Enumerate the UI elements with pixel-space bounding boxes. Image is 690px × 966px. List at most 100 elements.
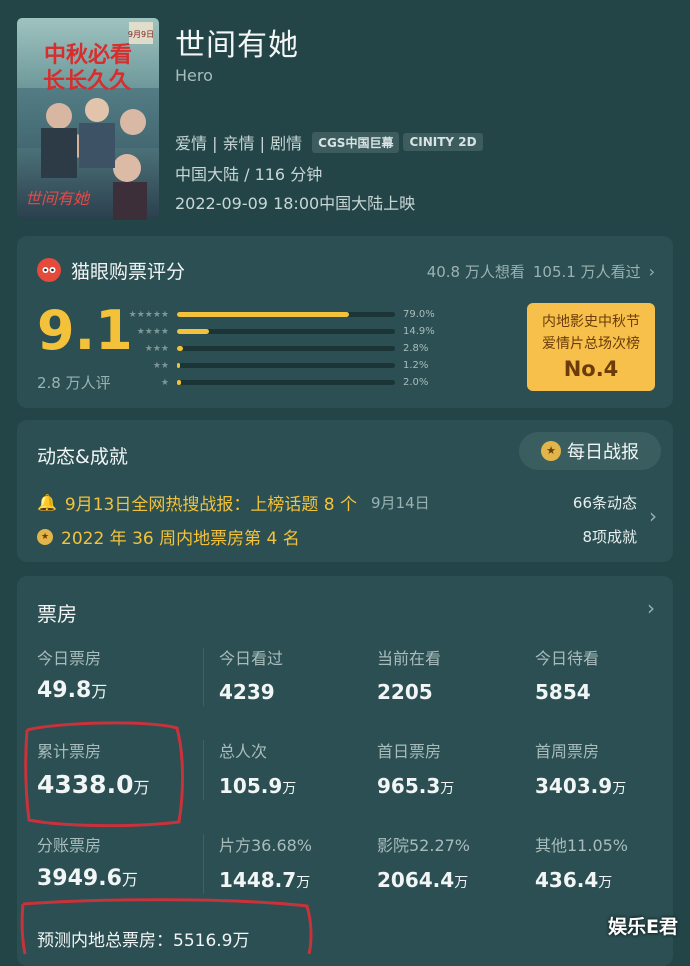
- maoyan-logo-icon: [37, 258, 61, 282]
- distribution-row: ★★★★ 14.9%: [117, 323, 435, 340]
- distribution-track: [177, 380, 395, 385]
- svg-text:9月9日: 9月9日: [128, 30, 154, 39]
- unit: 万: [612, 781, 627, 797]
- boxoffice-header: 票房: [37, 602, 77, 626]
- dynamics-header: 动态&成就: [37, 446, 128, 468]
- cinema-share-label: 影院52.27%: [377, 836, 471, 855]
- first-week-label: 首周票房: [535, 742, 600, 761]
- today-pending-label: 今日待看: [535, 649, 600, 668]
- want-to-see-count: 40.8 万人想看: [426, 263, 525, 281]
- distribution-row: ★★★ 2.8%: [117, 340, 435, 357]
- stars-label: ★★★★★: [128, 309, 169, 320]
- boxoffice-card: 票房 › 今日票房 49.8万 今日看过 4239 当前在看 2205 今日待看…: [17, 576, 673, 966]
- divider: [203, 834, 204, 894]
- split-boxoffice-value: 3949.6万: [37, 866, 138, 891]
- now-watching-value: 2205: [377, 680, 433, 704]
- svg-text:中秋必看: 中秋必看: [44, 42, 132, 68]
- dynamics-item-2[interactable]: ★ 2022 年 36 周内地票房第 4 名: [37, 524, 300, 549]
- total-viewers-label: 总人次: [219, 742, 268, 761]
- unit: 万: [121, 870, 138, 889]
- distribution-pct: 2.0%: [403, 377, 429, 388]
- first-week-value: 3403.9万: [535, 774, 626, 798]
- distribution-bar: [177, 363, 180, 368]
- daily-report-label: 每日战报: [567, 442, 639, 463]
- medal-icon: ★: [37, 528, 53, 545]
- first-day-label: 首日票房: [377, 742, 442, 761]
- today-watched-value: 4239: [219, 680, 275, 704]
- distribution-pct: 2.8%: [403, 343, 429, 354]
- rating-card: 猫眼购票评分 40.8 万人想看 105.1 万人看过 › 9.1 2.8 万人…: [17, 236, 673, 408]
- now-watching-label: 当前在看: [377, 649, 442, 668]
- today-pending-value: 5854: [535, 680, 591, 704]
- chevron-right-icon[interactable]: ›: [647, 596, 655, 620]
- distribution-bar: [177, 312, 350, 317]
- distribution-track: [177, 346, 395, 351]
- value: 3949.6: [37, 866, 122, 891]
- tag-cgs: CGS中国巨幕: [312, 131, 400, 153]
- unit: 万: [440, 781, 455, 797]
- unit: 万: [296, 875, 311, 891]
- dynamics-card: 动态&成就 ★ 每日战报 🔔 9月13日全网热搜战报：上榜话题 8 个 9月14…: [17, 420, 673, 562]
- watched-count: 105.1 万人看过: [532, 263, 641, 281]
- producer-share-label: 片方36.68%: [219, 836, 313, 855]
- value: 105.9: [219, 774, 283, 798]
- distribution-bar: [177, 380, 182, 385]
- rating-distribution: ★★★★★ 79.0% ★★★★ 14.9% ★★★ 2.8% ★★ 1.2% ★ 2.0%: [117, 306, 435, 391]
- distribution-track: [177, 329, 395, 334]
- distribution-pct: 14.9%: [403, 326, 435, 337]
- audience-stats[interactable]: 40.8 万人想看 105.1 万人看过 ›: [427, 261, 655, 282]
- split-boxoffice-label: 分账票房: [37, 836, 102, 855]
- value: 436.4: [535, 868, 599, 892]
- movie-poster[interactable]: 中秋必看 长长久久 9月9日 世间有她: [17, 18, 159, 220]
- handdrawn-circle-annotation: [20, 898, 313, 955]
- badge-rank: No.4: [563, 357, 619, 381]
- daily-report-button[interactable]: ★ 每日战报: [519, 432, 661, 470]
- badge-line1: 内地影史中秋节: [542, 314, 640, 330]
- release-info: 2022-09-09 18:00中国大陆上映: [175, 194, 416, 213]
- divider: [203, 648, 204, 706]
- dynamics-item-1-date: 9月14日: [371, 494, 430, 512]
- other-share-label: 其他11.05%: [535, 836, 629, 855]
- chevron-right-icon: ›: [648, 262, 655, 281]
- chevron-right-icon[interactable]: ›: [649, 504, 657, 528]
- handdrawn-circle-annotation: [24, 721, 184, 828]
- genres: 爱情 | 亲情 | 剧情: [175, 134, 303, 153]
- stars-label: ★★★★: [136, 326, 169, 337]
- distribution-bar: [177, 346, 184, 351]
- genre-row: 爱情 | 亲情 | 剧情 CGS中国巨幕 CINITY 2D: [175, 130, 483, 154]
- tag-cinity: CINITY 2D: [403, 133, 483, 151]
- distribution-track: [177, 312, 395, 317]
- distribution-row: ★ 2.0%: [117, 374, 435, 391]
- ranking-badge[interactable]: 内地影史中秋节 爱情片总场次榜 No.4: [527, 303, 655, 391]
- medal-icon: ★: [541, 441, 561, 461]
- dynamics-item-1-text: 9月13日全网热搜战报：上榜话题 8 个: [64, 495, 357, 515]
- rater-count: 2.8 万人评: [37, 374, 111, 392]
- unit: 万: [282, 781, 297, 797]
- total-viewers-value: 105.9万: [219, 774, 296, 798]
- poster-image: 中秋必看 长长久久 9月9日 世间有她: [17, 18, 159, 220]
- divider: [203, 740, 204, 800]
- value: 1448.7: [219, 868, 297, 892]
- unit: 万: [454, 875, 469, 891]
- value: 3403.9: [535, 774, 613, 798]
- today-boxoffice-label: 今日票房: [37, 649, 102, 668]
- movie-english-title: Hero: [175, 66, 213, 85]
- stars-label: ★★: [152, 360, 169, 371]
- today-boxoffice-value: 49.8万: [37, 678, 107, 703]
- producer-share-value: 1448.7万: [219, 868, 310, 892]
- badge-line2: 爱情片总场次榜: [542, 336, 640, 352]
- value: 965.3: [377, 774, 441, 798]
- other-share-value: 436.4万: [535, 868, 612, 892]
- distribution-pct: 1.2%: [403, 360, 429, 371]
- movie-title: 世间有她: [175, 28, 299, 63]
- cinema-share-value: 2064.4万: [377, 868, 468, 892]
- stars-label: ★★★: [144, 343, 169, 354]
- dynamics-item-1[interactable]: 🔔 9月13日全网热搜战报：上榜话题 8 个 9月14日: [37, 490, 430, 515]
- distribution-row: ★★ 1.2%: [117, 357, 435, 374]
- region-duration: 中国大陆 / 116 分钟: [175, 165, 323, 184]
- rating-header: 猫眼购票评分: [71, 261, 186, 283]
- svg-text:长长久久: 长长久久: [43, 68, 131, 94]
- unit: 万: [91, 682, 108, 701]
- unit: 万: [598, 875, 613, 891]
- achievement-count: 8项成就: [582, 528, 637, 546]
